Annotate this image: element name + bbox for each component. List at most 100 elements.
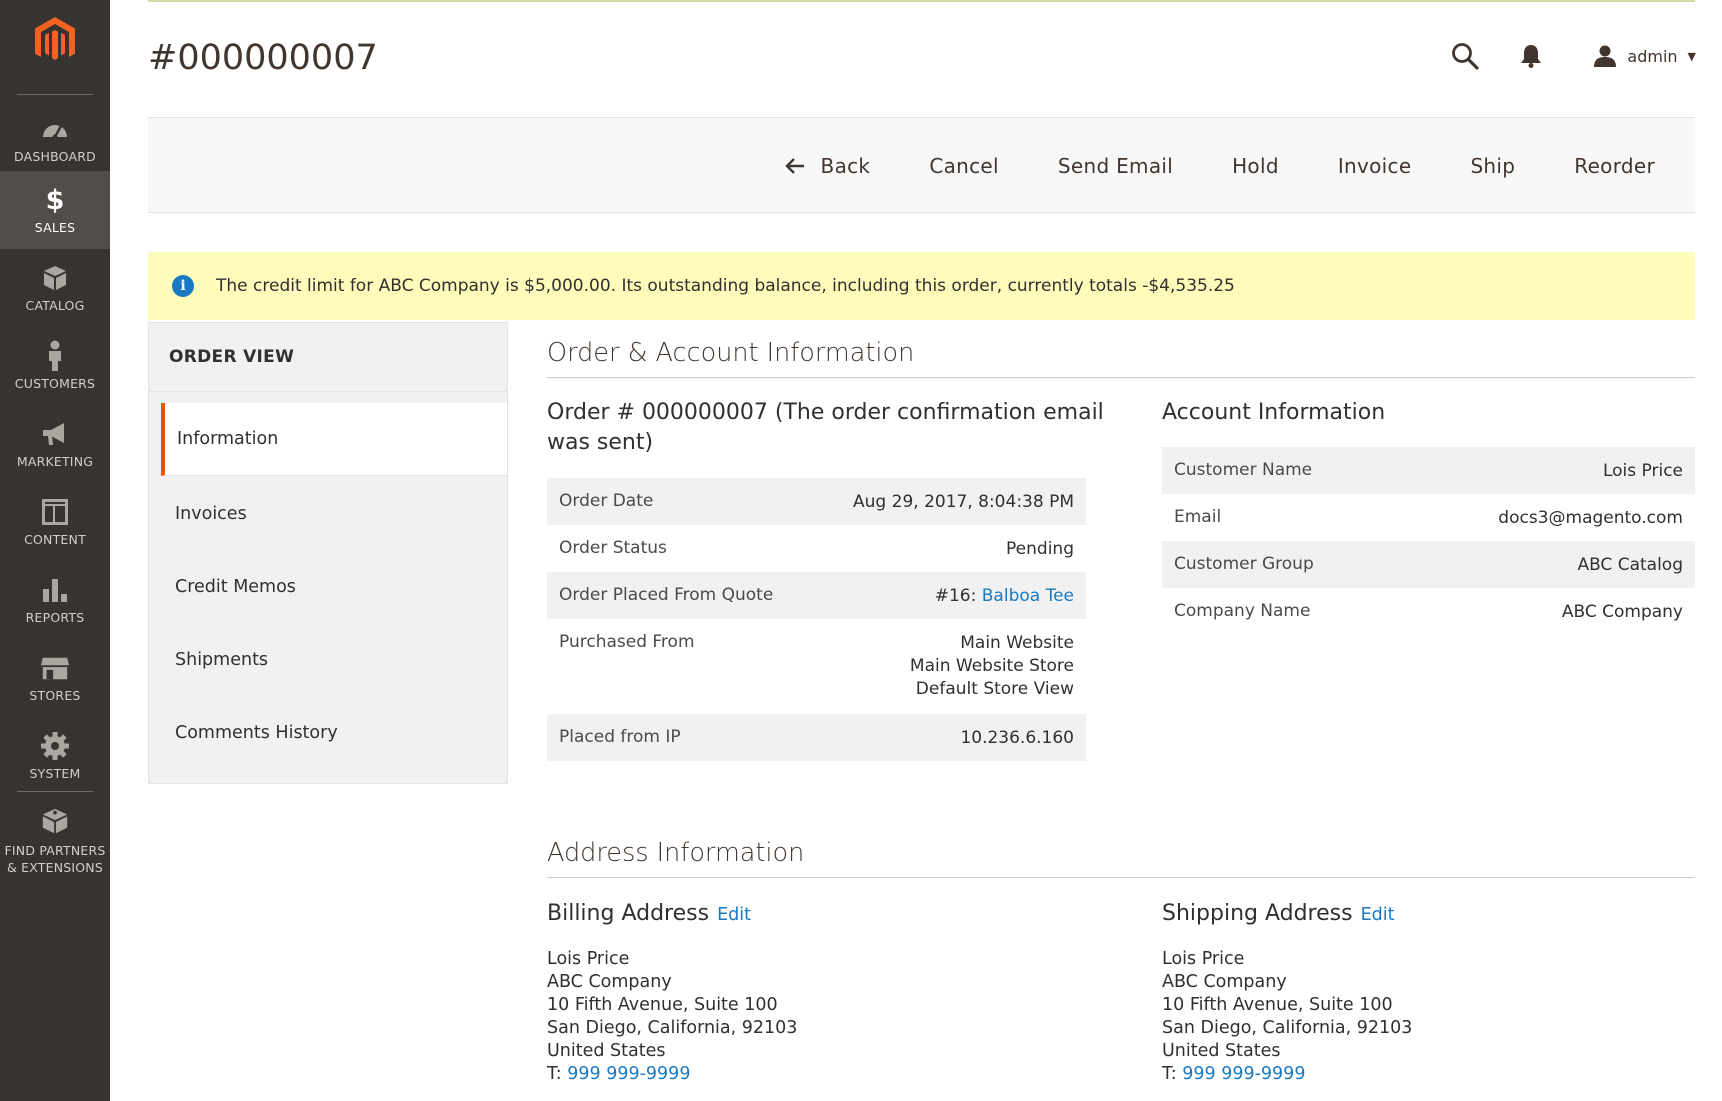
customer-name-label: Customer Name — [1174, 460, 1313, 480]
section-title-address: Address Information — [547, 838, 805, 868]
page-actions-bar: Back Cancel Send Email Hold Invoice Ship… — [148, 117, 1695, 213]
email-link[interactable]: docs3@magento.com — [1498, 494, 1683, 530]
admin-user-menu[interactable]: admin ▼ — [1593, 44, 1696, 68]
customer-group-value: ABC Catalog — [1577, 555, 1683, 575]
megaphone-icon — [40, 419, 70, 449]
admin-username: admin — [1627, 46, 1678, 66]
purchased-from-line2: Main Website Store — [909, 656, 1074, 676]
email-label: Email — [1174, 507, 1222, 527]
credit-limit-notice: i The credit limit for ABC Company is $5… — [148, 252, 1695, 320]
sidebar-item-catalog[interactable]: CATALOG — [0, 249, 110, 327]
customer-group-label: Customer Group — [1174, 554, 1314, 574]
billing-street: 10 Fifth Avenue, Suite 100 — [547, 995, 778, 1015]
sidebar-item-system[interactable]: SYSTEM — [0, 717, 110, 795]
billing-company: ABC Company — [547, 972, 672, 992]
sidebar-item-label: STORES — [29, 688, 81, 703]
shipping-edit-link[interactable]: Edit — [1361, 905, 1395, 925]
shipping-heading-text: Shipping Address — [1162, 901, 1353, 926]
section-title-order-account: Order & Account Information — [547, 338, 915, 368]
table-row: Customer Group ABC Catalog — [1162, 541, 1695, 588]
purchased-from-line1: Main Website — [960, 633, 1074, 653]
company-name-label: Company Name — [1174, 601, 1311, 621]
quote-link[interactable]: Balboa Tee — [982, 586, 1074, 606]
table-row: Order Status Pending — [547, 525, 1086, 572]
sidebar-item-label: SALES — [34, 220, 76, 235]
quote-prefix: #16: — [934, 586, 982, 606]
billing-phone-link[interactable]: 999 999-9999 — [567, 1064, 690, 1084]
sidebar-item-label: CONTENT — [24, 532, 86, 547]
billing-city: San Diego, California, 92103 — [547, 1018, 798, 1038]
table-row: Order Placed From Quote #16: Balboa Tee — [547, 572, 1086, 619]
table-row: Placed from IP 10.236.6.160 — [547, 714, 1086, 761]
company-name-link[interactable]: ABC Company — [1562, 588, 1683, 624]
purchased-from-line3: Default Store View — [915, 679, 1074, 699]
blocks-icon — [40, 806, 70, 836]
ship-button[interactable]: Ship — [1470, 154, 1515, 178]
order-heading-line1: Order # 000000007 (The order confirmatio… — [547, 400, 1104, 425]
hold-button[interactable]: Hold — [1232, 154, 1279, 178]
send-email-button[interactable]: Send Email — [1058, 154, 1173, 178]
order-date-value: Aug 29, 2017, 8:04:38 PM — [853, 492, 1074, 512]
sidebar-item-label: MARKETING — [16, 454, 94, 469]
table-row: Email docs3@magento.com — [1162, 494, 1695, 541]
sidebar-item-label: DASHBOARD — [14, 149, 96, 164]
notice-text: The credit limit for ABC Company is $5,0… — [216, 276, 1235, 296]
billing-edit-link[interactable]: Edit — [717, 905, 751, 925]
order-status-value: Pending — [1006, 539, 1074, 559]
admin-sidebar: DASHBOARD $ SALES CATALOG CUSTOMERS MARK… — [0, 0, 110, 1101]
sidebar-item-label: REPORTS — [25, 610, 85, 625]
section-divider — [547, 877, 1695, 878]
table-row: Company Name ABC Company — [1162, 588, 1695, 635]
user-icon — [1593, 44, 1617, 68]
tab-invoices[interactable]: Invoices — [161, 477, 507, 550]
reorder-button[interactable]: Reorder — [1574, 154, 1655, 178]
shipping-name: Lois Price — [1162, 949, 1245, 969]
box-icon — [40, 263, 70, 293]
sidebar-item-find-partners[interactable]: FIND PARTNERS & EXTENSIONS — [0, 800, 110, 890]
account-heading: Account Information — [1162, 400, 1386, 425]
tab-comments-history[interactable]: Comments History — [161, 696, 507, 769]
storefront-icon — [40, 653, 70, 683]
customer-name-link[interactable]: Lois Price — [1603, 447, 1683, 483]
info-icon: i — [172, 275, 194, 297]
gear-icon — [40, 731, 70, 761]
billing-name: Lois Price — [547, 949, 630, 969]
sidebar-item-label: SYSTEM — [29, 766, 81, 781]
sidebar-item-customers[interactable]: CUSTOMERS — [0, 327, 110, 405]
back-button[interactable]: Back — [784, 154, 871, 178]
bell-icon[interactable] — [1513, 38, 1549, 74]
header-actions: admin ▼ — [1417, 38, 1696, 74]
page-title: #000000007 — [148, 38, 378, 78]
ip-label: Placed from IP — [559, 727, 681, 747]
person-icon — [40, 340, 70, 371]
tab-information[interactable]: Information — [161, 403, 507, 476]
search-icon[interactable] — [1447, 38, 1483, 74]
invoice-button[interactable]: Invoice — [1338, 154, 1412, 178]
shipping-phone-link[interactable]: 999 999-9999 — [1182, 1064, 1305, 1084]
shipping-street: 10 Fifth Avenue, Suite 100 — [1162, 995, 1393, 1015]
table-row: Customer Name Lois Price — [1162, 447, 1695, 494]
magento-logo[interactable] — [28, 14, 82, 68]
order-date-label: Order Date — [559, 491, 654, 511]
cancel-button[interactable]: Cancel — [929, 154, 999, 178]
sidebar-item-marketing[interactable]: MARKETING — [0, 405, 110, 483]
order-status-label: Order Status — [559, 538, 667, 558]
tab-credit-memos[interactable]: Credit Memos — [161, 550, 507, 623]
billing-heading: Billing Address Edit — [547, 899, 751, 930]
sidebar-item-reports[interactable]: REPORTS — [0, 561, 110, 639]
order-heading: Order # 000000007 (The order confirmatio… — [547, 398, 1107, 458]
sidebar-divider — [17, 94, 93, 95]
sidebar-item-content[interactable]: CONTENT — [0, 483, 110, 561]
sidebar-item-sales[interactable]: $ SALES — [0, 171, 110, 249]
partners-label-line2: & EXTENSIONS — [7, 860, 103, 875]
sidebar-item-dashboard[interactable]: DASHBOARD — [0, 100, 110, 178]
shipping-address: Lois Price ABC Company 10 Fifth Avenue, … — [1162, 948, 1412, 1086]
table-row: Purchased From Main Website Main Website… — [547, 619, 1086, 714]
tab-shipments[interactable]: Shipments — [161, 623, 507, 696]
section-divider — [547, 377, 1695, 378]
sidebar-item-stores[interactable]: STORES — [0, 639, 110, 717]
purchased-from-label: Purchased From — [559, 632, 695, 652]
sidebar-item-label: FIND PARTNERS & EXTENSIONS — [0, 842, 110, 876]
order-view-tabs: ORDER VIEW Information Invoices Credit M… — [148, 322, 508, 784]
dashboard-icon — [40, 114, 70, 144]
